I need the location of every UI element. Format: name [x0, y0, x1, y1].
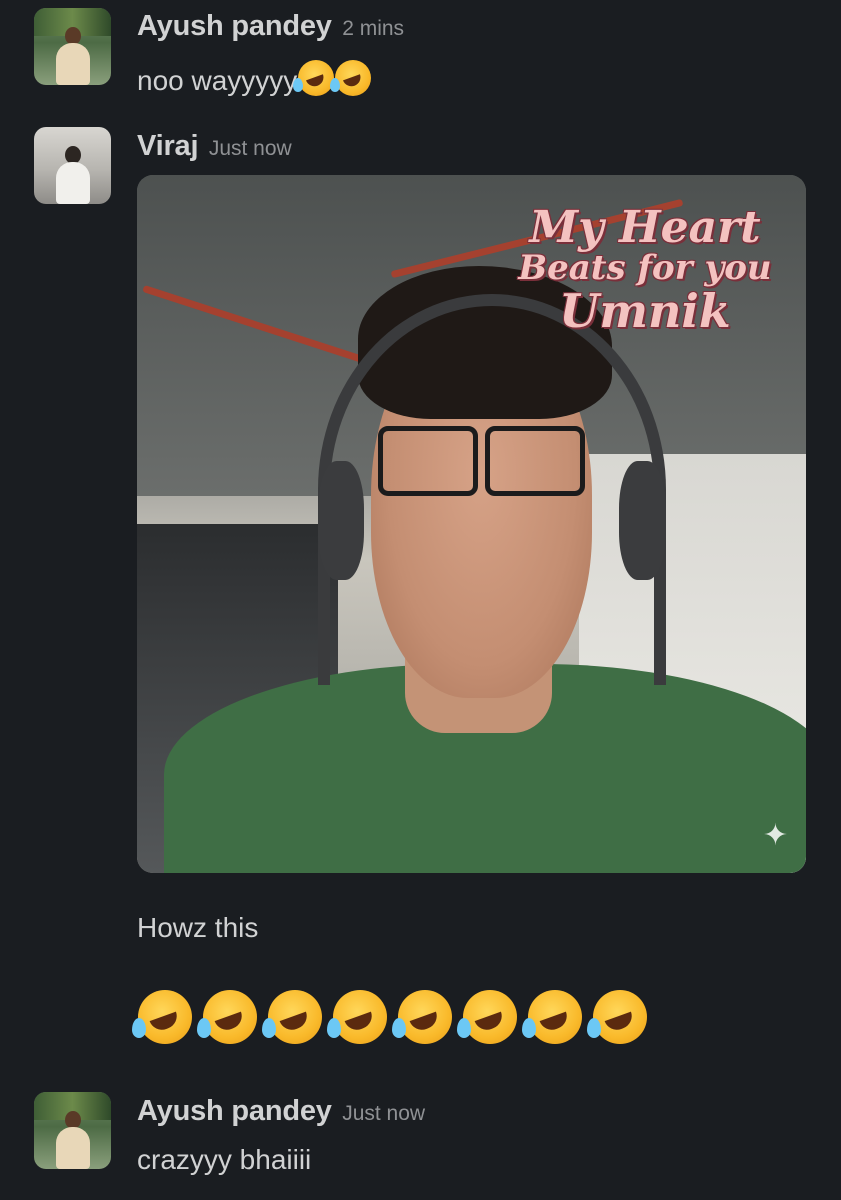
- rolling-on-floor-laughing-icon: [327, 990, 387, 1044]
- message-timestamp[interactable]: Just now: [209, 137, 292, 160]
- rolling-on-floor-laughing-icon: [522, 990, 582, 1044]
- avatar-body: [55, 162, 90, 204]
- author-name[interactable]: Ayush pandey: [137, 10, 332, 42]
- sticker-line: Beats for you: [518, 248, 772, 289]
- message-timestamp[interactable]: 2 mins: [342, 17, 404, 40]
- sticker-line: Umnik: [559, 283, 731, 338]
- message-text: crazyyy bhaiiii: [137, 1144, 312, 1175]
- message-text: Howz this: [137, 912, 259, 943]
- sparkle-icon: ✦: [762, 819, 788, 852]
- rolling-on-floor-laughing-icon: [132, 990, 192, 1044]
- avatar-body: [55, 43, 90, 85]
- headphones-earcup: [618, 461, 666, 580]
- glasses-lens: [484, 426, 586, 497]
- rolling-on-floor-laughing-icon: [457, 990, 517, 1044]
- rolling-on-floor-laughing-icon: [330, 60, 372, 96]
- message-feed: Ayush pandey 2 mins noo wayyyyy Viraj Ju…: [0, 0, 841, 1200]
- shared-image[interactable]: My Heart Beats for you Umnik ✦: [137, 175, 806, 873]
- avatar[interactable]: [34, 8, 111, 85]
- rolling-on-floor-laughing-icon: [197, 990, 257, 1044]
- message-header: Ayush pandey 2 mins: [137, 10, 404, 43]
- rolling-on-floor-laughing-icon: [587, 990, 647, 1044]
- rolling-on-floor-laughing-icon: [262, 990, 322, 1044]
- rolling-on-floor-laughing-icon: [392, 990, 452, 1044]
- emoji-row: [132, 990, 657, 1044]
- message-header: Ayush pandey Just now: [137, 1095, 425, 1128]
- message-timestamp[interactable]: Just now: [342, 1102, 425, 1125]
- avatar-body: [55, 1127, 90, 1169]
- message-text: noo wayyyyy: [137, 60, 372, 97]
- message-header: Viraj Just now: [137, 130, 292, 163]
- headphones-earcup: [317, 461, 365, 580]
- message-text-content: noo wayyyyy: [137, 65, 298, 96]
- rolling-on-floor-laughing-icon: [293, 60, 335, 96]
- author-name[interactable]: Viraj: [137, 130, 199, 162]
- image-sticker: My Heart Beats for you Umnik: [500, 202, 790, 338]
- glasses-lens: [377, 426, 479, 497]
- sticker-line: My Heart: [529, 202, 761, 253]
- avatar[interactable]: [34, 127, 111, 204]
- avatar[interactable]: [34, 1092, 111, 1169]
- author-name[interactable]: Ayush pandey: [137, 1095, 332, 1127]
